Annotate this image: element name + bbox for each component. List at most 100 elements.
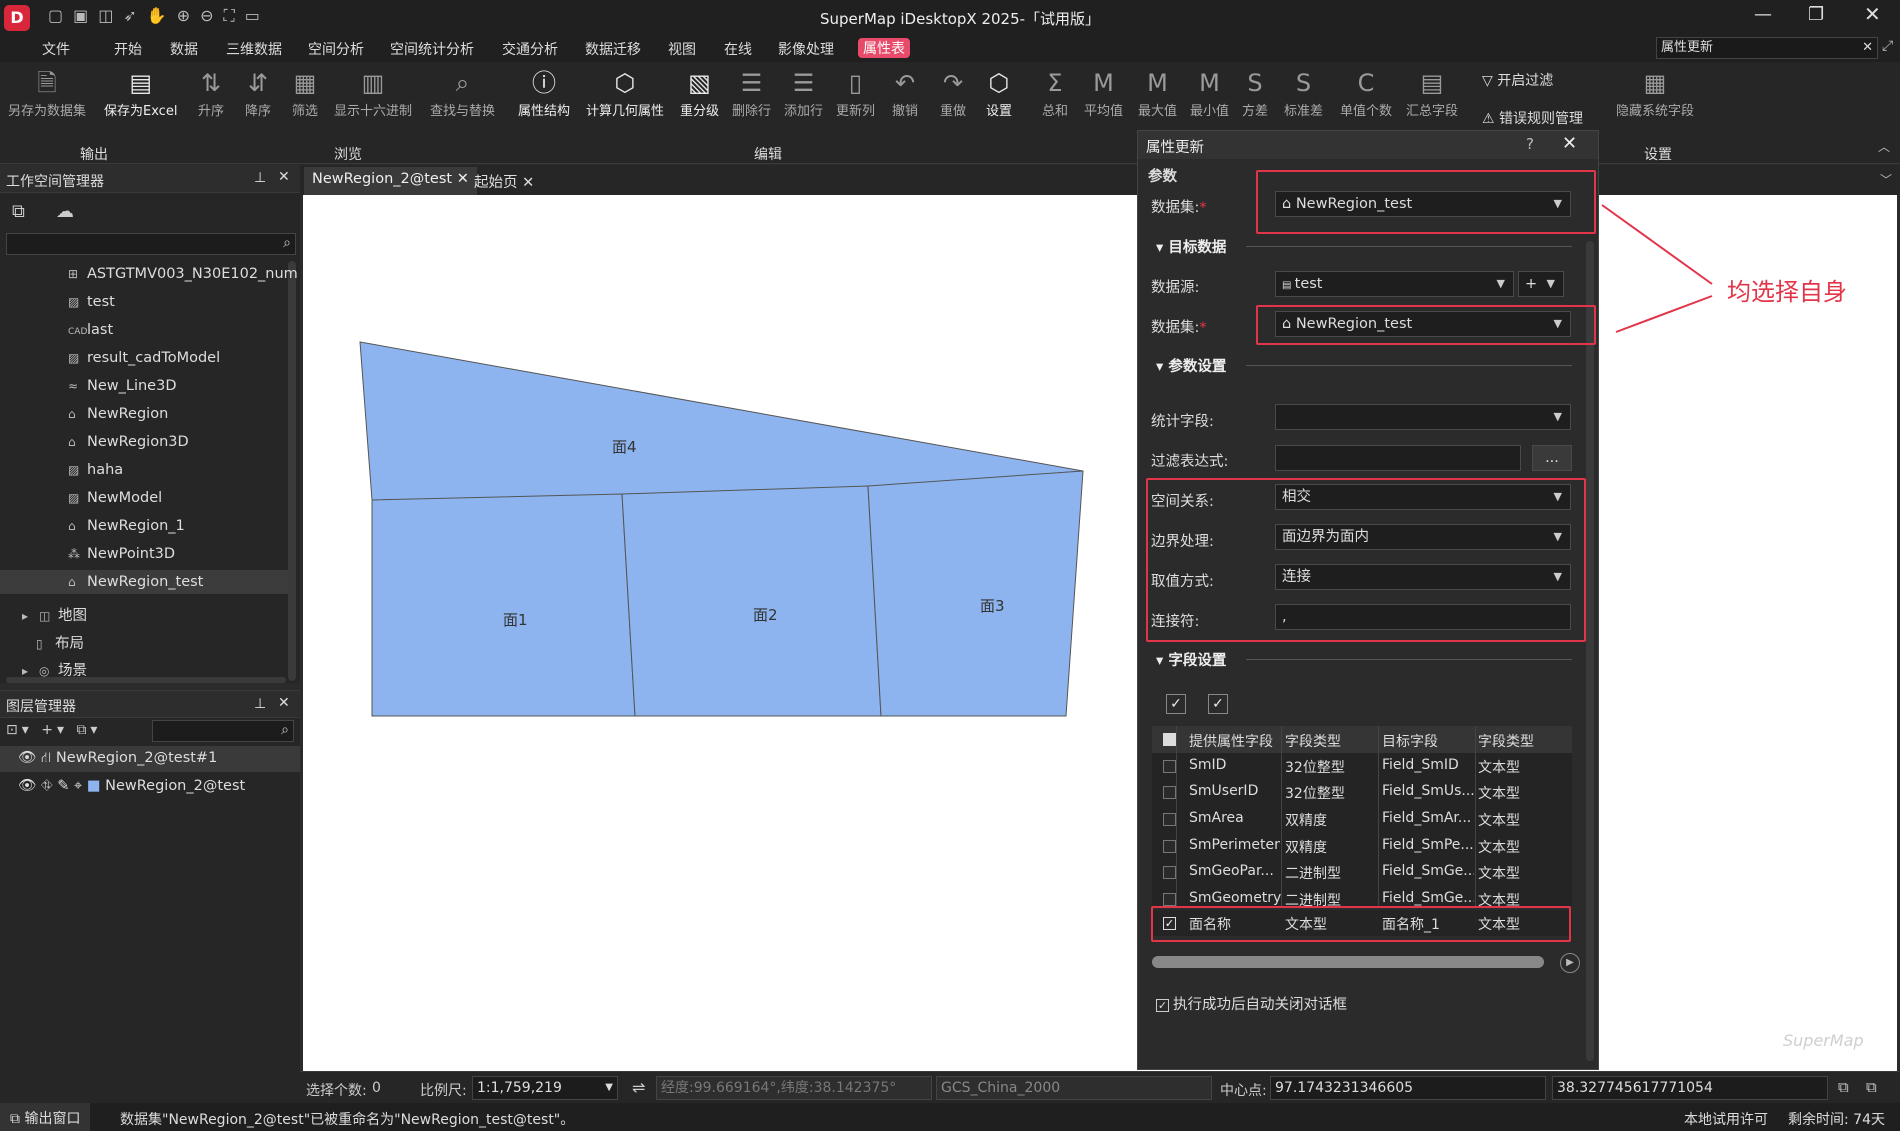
stddev-button[interactable]: S 标准差 (1284, 66, 1323, 119)
workspace-search-input[interactable]: ⌕ (6, 233, 296, 255)
tab-overflow-icon[interactable]: ﹀ (1880, 171, 1892, 188)
show-hex-button[interactable]: ▥ 显示十六进制 (334, 66, 412, 119)
filter-expression-button[interactable]: ... (1532, 445, 1572, 471)
sort-desc-button[interactable]: ⇵ 降序 (245, 66, 271, 119)
redo-button[interactable]: ↷ 重做 (940, 66, 966, 119)
add-row-button[interactable]: ☰ 添加行 (784, 66, 823, 119)
eye-icon[interactable]: 👁 (18, 778, 41, 794)
tree-item-result-cad[interactable]: ▨ result_cadToModel (68, 350, 220, 366)
row-checkbox[interactable] (1163, 840, 1176, 853)
snap-icon[interactable]: ⌖ (74, 778, 87, 794)
tab-newregion2[interactable]: NewRegion_2@test ✕ (304, 167, 477, 195)
region-face-4[interactable] (359, 341, 1084, 501)
zoom-out-icon[interactable]: ⊖ (200, 6, 223, 25)
folder-icon[interactable]: ▭ (245, 6, 270, 25)
full-extent-icon[interactable]: ⛶ (224, 6, 245, 25)
close-window-button[interactable]: ✕ (1864, 2, 1881, 26)
mean-button[interactable]: M 平均值 (1084, 66, 1123, 119)
collapse-ribbon-icon[interactable]: ︿ (1878, 138, 1890, 155)
pan-icon[interactable]: ✋ (147, 6, 177, 25)
tree-item-newregion[interactable]: ⌂ NewRegion (68, 406, 168, 422)
clear-search-icon[interactable]: ✕ (1862, 38, 1873, 58)
select-icon[interactable]: ➶ (123, 6, 146, 25)
tree-item-haha[interactable]: ▨ haha (68, 462, 123, 478)
menu-attribute-table[interactable]: 属性表 (858, 38, 910, 58)
close-tab-icon[interactable]: ✕ (522, 175, 534, 191)
row-checkbox[interactable] (1163, 813, 1176, 826)
update-column-button[interactable]: ▯ 更新列 (836, 66, 875, 119)
expand-icon[interactable]: ⤢ (1882, 38, 1893, 54)
center-x-input[interactable]: 97.1743231346605 (1270, 1076, 1546, 1100)
menu-spatial-analysis[interactable]: 空间分析 (308, 39, 364, 59)
scale-select[interactable]: 1:1,759,219 ▼ (472, 1076, 618, 1100)
close-workspace-icon[interactable]: ✕ (278, 169, 290, 185)
region-face-1[interactable] (371, 493, 636, 717)
find-replace-button[interactable]: ⌕ 查找与替换 (430, 66, 495, 119)
cloud-icon[interactable]: ☁ (56, 201, 74, 222)
menu-data-migration[interactable]: 数据迁移 (585, 39, 641, 59)
reclassify-button[interactable]: ▧ 重分级 (680, 66, 719, 119)
unique-count-button[interactable]: C 单值个数 (1340, 66, 1392, 119)
workspace-toolbar-icon[interactable]: ⧉ (12, 201, 25, 222)
variance-button[interactable]: S 方差 (1242, 66, 1268, 119)
region-face-2[interactable] (621, 485, 882, 717)
select-all-icon[interactable]: ✓ (1166, 694, 1186, 714)
swap-icon[interactable]: ⇌ (632, 1078, 645, 1097)
tab-start-page[interactable]: 起始页 ✕ (466, 167, 542, 195)
header-checkbox[interactable] (1163, 733, 1176, 746)
workspace-scrollbar[interactable] (288, 261, 296, 681)
menu-spatial-stats[interactable]: 空间统计分析 (390, 39, 474, 59)
min-button[interactable]: M 最小值 (1190, 66, 1229, 119)
add-layer-icon[interactable]: ⊡▾ (6, 722, 33, 738)
center-y-input[interactable]: 38.327745617771054 (1552, 1076, 1828, 1100)
datasource-select[interactable]: ▤ test ▼ (1275, 271, 1514, 297)
tree-node-maps[interactable]: ▸ ◫ 地图 (22, 604, 87, 625)
error-rules-button[interactable]: ⚠ 错误规则管理 (1482, 108, 1583, 128)
minimize-button[interactable]: — (1754, 4, 1772, 25)
output-window-tab[interactable]: ⧉ 输出窗口 (0, 1103, 91, 1131)
tree-node-layouts[interactable]: ▯ 布局 (36, 632, 84, 653)
menu-image[interactable]: 影像处理 (778, 39, 834, 59)
tree-item-last[interactable]: CADlast (68, 322, 113, 338)
layer-item-1[interactable]: 👁 ⛙ NewRegion_2@test#1 (18, 749, 217, 768)
menu-online[interactable]: 在线 (724, 39, 752, 59)
sort-asc-button[interactable]: ⇅ 升序 (198, 66, 224, 119)
tree-item-new-line3d[interactable]: ≈ New_Line3D (68, 378, 177, 394)
close-ws-icon[interactable]: ◫ (98, 6, 123, 25)
pin-icon[interactable]: ⊥ (254, 170, 266, 186)
copy-icon[interactable]: ⧉ (1838, 1078, 1849, 1096)
menu-view[interactable]: 视图 (668, 39, 696, 59)
tree-item-newregion3d[interactable]: ⌂ NewRegion3D (68, 434, 189, 450)
row-checkbox[interactable] (1163, 760, 1176, 773)
enable-filter-button[interactable]: ▽ 开启过滤 (1482, 70, 1553, 90)
menu-data[interactable]: 数据 (170, 39, 198, 59)
region-face-3[interactable] (867, 470, 1084, 717)
param-settings-section[interactable]: ▾ 参数设置 (1156, 355, 1226, 376)
tree-item-test[interactable]: ▨ test (68, 294, 115, 310)
plus-icon[interactable]: +▾ (41, 722, 68, 738)
save-as-excel-button[interactable]: ▤ 保存为Excel (104, 66, 177, 119)
delete-row-button[interactable]: ☰ 删除行 (732, 66, 771, 119)
tree-item-astgtm[interactable]: ⊞ ASTGTMV003_N30E102_num (68, 266, 298, 282)
close-layers-icon[interactable]: ✕ (278, 695, 290, 711)
tree-item-newregion-1[interactable]: ⌂ NewRegion_1 (68, 518, 185, 534)
search-box[interactable]: 属性更新 ✕ (1656, 37, 1878, 59)
pin-icon[interactable]: ⊥ (254, 696, 266, 712)
invert-select-icon[interactable]: ✓ (1208, 694, 1228, 714)
row-checkbox[interactable] (1163, 786, 1176, 799)
menu-traffic[interactable]: 交通分析 (502, 39, 558, 59)
close-dialog-icon[interactable]: ✕ (1562, 133, 1577, 154)
layers-icon[interactable]: ⧉▾ (76, 722, 101, 738)
auto-close-checkbox[interactable]: ✓ 执行成功后自动关闭对话框 (1156, 993, 1347, 1014)
summary-field-button[interactable]: ▤ 汇总字段 (1406, 66, 1458, 119)
layer-item-2[interactable]: 👁 ⛗ ✎ ⌖ ■ NewRegion_2@test (18, 777, 245, 794)
zoom-in-icon[interactable]: ⊕ (177, 6, 200, 25)
row-checkbox[interactable] (1163, 893, 1176, 906)
menu-file[interactable]: 文件 (42, 39, 70, 59)
calc-geometry-button[interactable]: ⬡ 计算几何属性 (586, 66, 664, 119)
tree-item-newmodel[interactable]: ▨ NewModel (68, 490, 162, 506)
eye-icon[interactable]: 👁 (18, 750, 41, 766)
menu-start[interactable]: 开始 (114, 39, 142, 59)
save-as-dataset-button[interactable]: 🗎 另存为数据集 (8, 66, 86, 119)
field-settings-section[interactable]: ▾ 字段设置 (1156, 649, 1226, 670)
